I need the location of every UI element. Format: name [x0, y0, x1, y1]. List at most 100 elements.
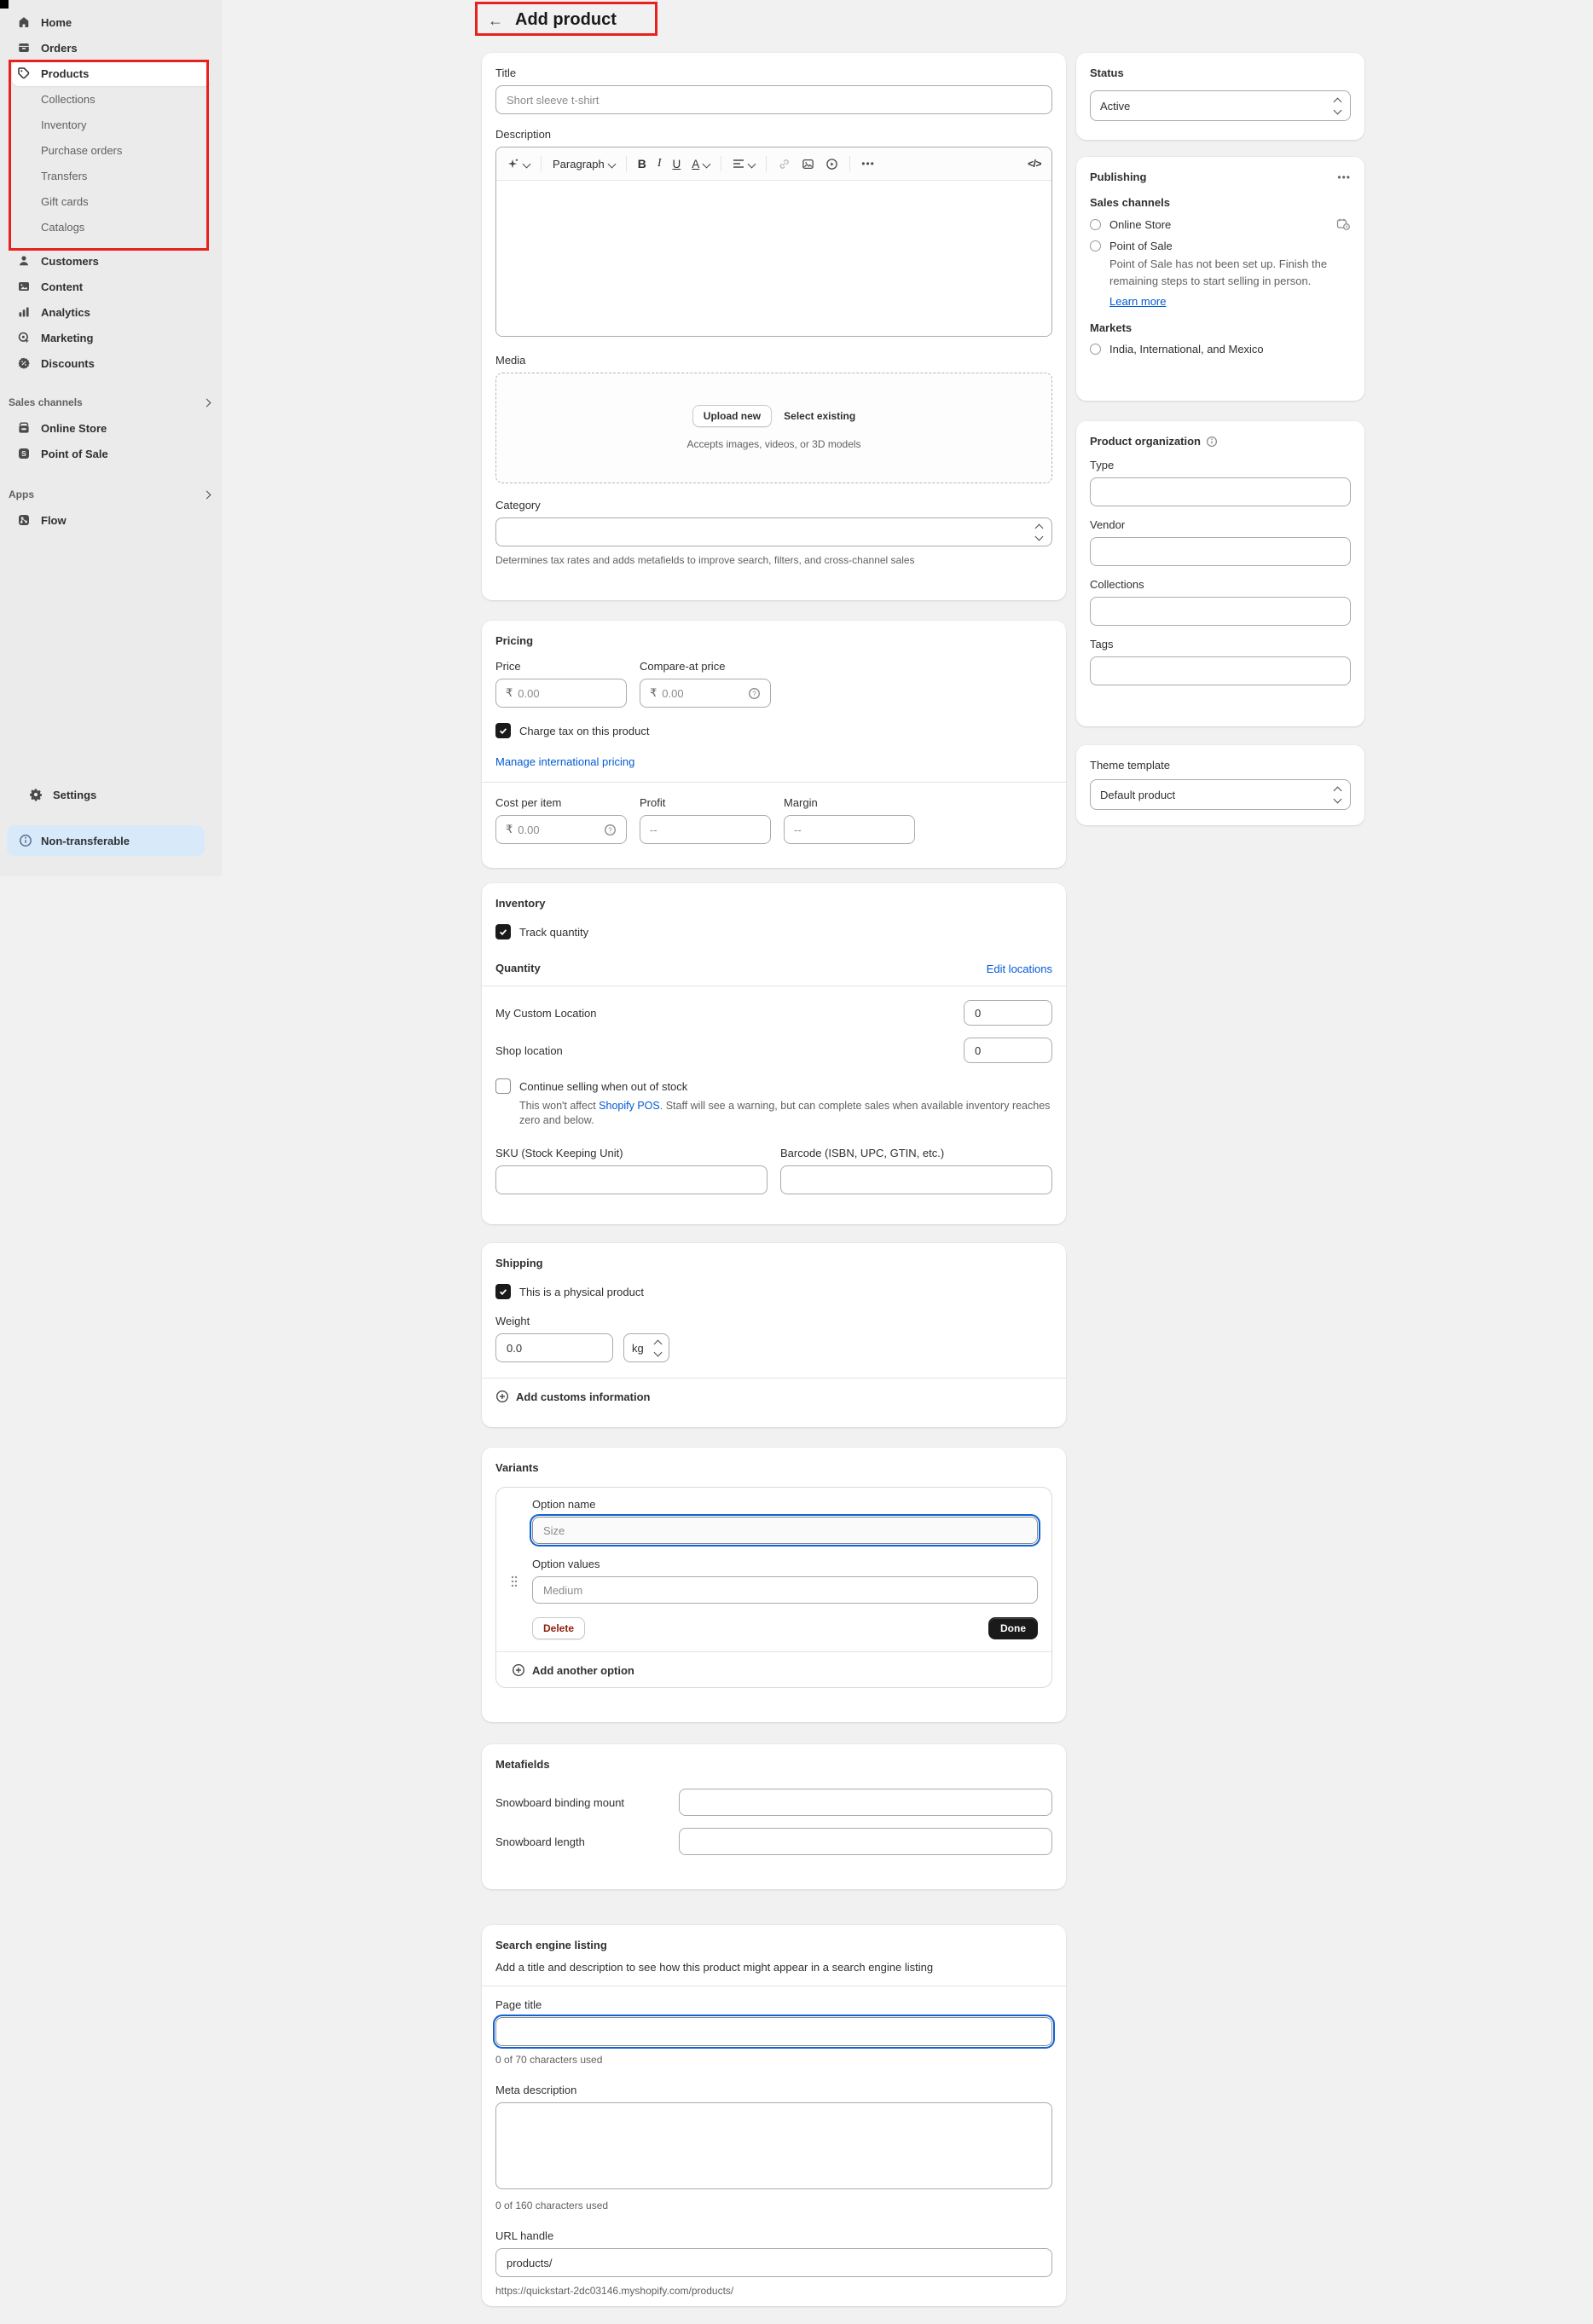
metafield-input[interactable] — [679, 1828, 1052, 1855]
sidebar-item-purchase-orders[interactable]: Purchase orders — [12, 137, 210, 163]
weight-input[interactable] — [495, 1333, 613, 1362]
currency-prefix: ₹ — [650, 687, 657, 700]
bold-button[interactable]: B — [638, 157, 646, 171]
schedule-publish-icon[interactable] — [1336, 217, 1351, 231]
done-option-button[interactable]: Done — [988, 1617, 1038, 1639]
profit-input[interactable]: -- — [640, 815, 771, 844]
sidebar-item-transfers[interactable]: Transfers — [12, 163, 210, 188]
sidebar-item-collections[interactable]: Collections — [12, 86, 210, 112]
select-existing-button[interactable]: Select existing — [784, 410, 855, 422]
channel-row-point-of-sale: Point of Sale — [1090, 240, 1351, 252]
toolbar-more-button[interactable]: ••• — [861, 158, 875, 170]
status-select[interactable]: Active — [1090, 90, 1351, 121]
metafield-input[interactable] — [679, 1789, 1052, 1816]
sidebar-item-products[interactable]: Products — [12, 61, 210, 86]
add-another-option-button[interactable]: Add another option — [510, 1663, 1038, 1677]
sidebar-section-apps[interactable]: Apps — [9, 482, 210, 507]
sidebar-item-orders[interactable]: Orders — [12, 35, 210, 61]
compare-at-price-input[interactable]: ₹ 0.00 ? — [640, 679, 771, 708]
sidebar-item-content[interactable]: Content — [12, 274, 210, 299]
sidebar-item-point-of-sale[interactable]: S Point of Sale — [12, 441, 210, 466]
markets-radio[interactable] — [1090, 344, 1101, 355]
manage-international-pricing-link[interactable]: Manage international pricing — [495, 755, 634, 768]
info-icon[interactable] — [1206, 436, 1218, 448]
plan-notice-banner[interactable]: Non-transferable — [7, 825, 205, 856]
continue-selling-checkbox[interactable] — [495, 1078, 511, 1094]
select-chevrons-icon — [1335, 788, 1341, 802]
continue-selling-hint: This won't affect Shopify POS. Staff wil… — [519, 1099, 1052, 1128]
shopify-pos-link[interactable]: Shopify POS — [599, 1100, 660, 1112]
title-label: Title — [495, 66, 1052, 80]
chevron-right-icon — [203, 398, 211, 407]
editor-toolbar: Paragraph B I U A — [496, 147, 1051, 181]
help-icon[interactable]: ? — [604, 824, 617, 836]
vendor-input[interactable] — [1090, 537, 1351, 566]
italic-button[interactable]: I — [657, 157, 662, 171]
select-chevrons-icon — [655, 1341, 661, 1356]
theme-template-select[interactable]: Default product — [1090, 779, 1351, 810]
edit-locations-link[interactable]: Edit locations — [987, 963, 1052, 975]
alignment-dropdown[interactable] — [733, 159, 755, 169]
sidebar-item-analytics[interactable]: Analytics — [12, 299, 210, 325]
media-dropzone[interactable]: Upload new Select existing Accepts image… — [495, 373, 1052, 483]
text-color-dropdown[interactable]: A — [692, 158, 710, 171]
underline-button[interactable]: U — [673, 158, 681, 171]
upload-new-button[interactable]: Upload new — [692, 405, 772, 427]
url-preview: https://quickstart-2dc03146.myshopify.co… — [495, 2284, 1052, 2298]
tags-input[interactable] — [1090, 656, 1351, 685]
sidebar-item-catalogs[interactable]: Catalogs — [12, 214, 210, 240]
weight-unit-select[interactable]: kg — [623, 1333, 669, 1362]
help-icon[interactable]: ? — [748, 687, 761, 700]
profit-value: -- — [650, 824, 657, 836]
title-input[interactable] — [495, 85, 1052, 114]
insert-link-button[interactable] — [778, 158, 791, 171]
sidebar-item-inventory[interactable]: Inventory — [12, 112, 210, 137]
collections-input[interactable] — [1090, 597, 1351, 626]
add-customs-information-button[interactable]: Add customs information — [495, 1390, 1052, 1403]
sku-input[interactable] — [495, 1165, 768, 1194]
track-quantity-checkbox[interactable] — [495, 924, 511, 939]
divider — [496, 1651, 1051, 1652]
show-html-button[interactable]: </> — [1028, 158, 1041, 170]
charge-tax-checkbox[interactable] — [495, 723, 511, 738]
cost-per-item-input[interactable]: ₹ 0.00 ? — [495, 815, 627, 844]
sidebar-item-online-store[interactable]: Online Store — [12, 415, 210, 441]
category-select[interactable] — [495, 517, 1052, 546]
pricing-heading: Pricing — [495, 634, 1052, 648]
physical-product-checkbox[interactable] — [495, 1284, 511, 1299]
sidebar-section-sales-channels[interactable]: Sales channels — [9, 390, 210, 415]
publishing-menu-button[interactable]: ••• — [1337, 171, 1351, 183]
sidebar-item-gift-cards[interactable]: Gift cards — [12, 188, 210, 214]
sidebar-item-customers[interactable]: Customers — [12, 248, 210, 274]
drag-handle[interactable] — [510, 1498, 532, 1639]
margin-input[interactable]: -- — [784, 815, 915, 844]
sidebar-item-settings[interactable]: Settings — [24, 782, 198, 807]
url-handle-input[interactable] — [495, 2248, 1052, 2277]
description-textarea[interactable] — [496, 181, 1051, 336]
point-of-sale-radio[interactable] — [1090, 240, 1101, 251]
sidebar-item-home[interactable]: Home — [12, 9, 210, 35]
ai-sparkle-button[interactable] — [507, 158, 530, 171]
location-quantity-input[interactable] — [964, 1038, 1052, 1063]
back-button[interactable]: ← — [483, 9, 508, 32]
insert-video-button[interactable] — [825, 158, 838, 171]
insert-image-button[interactable] — [802, 158, 814, 171]
sidebar-item-flow[interactable]: Flow — [12, 507, 210, 533]
sidebar-item-marketing[interactable]: Marketing — [12, 325, 210, 350]
meta-description-counter: 0 of 160 characters used — [495, 2199, 1052, 2212]
barcode-input[interactable] — [780, 1165, 1052, 1194]
location-quantity-input[interactable] — [964, 1000, 1052, 1026]
learn-more-link[interactable]: Learn more — [1109, 295, 1166, 308]
option-name-input[interactable] — [532, 1517, 1038, 1544]
option-value-input[interactable] — [532, 1576, 1038, 1604]
online-store-radio[interactable] — [1090, 219, 1101, 230]
type-input[interactable] — [1090, 477, 1351, 506]
url-handle-label: URL handle — [495, 2229, 1052, 2243]
price-input[interactable]: ₹ 0.00 — [495, 679, 627, 708]
delete-option-button[interactable]: Delete — [532, 1617, 585, 1639]
sidebar-item-discounts[interactable]: Discounts — [12, 350, 210, 376]
meta-description-input[interactable] — [495, 2102, 1052, 2189]
paragraph-style-dropdown[interactable]: Paragraph — [553, 158, 615, 171]
page-title-input[interactable] — [495, 2017, 1052, 2046]
metafield-label: Snowboard length — [495, 1835, 679, 1848]
